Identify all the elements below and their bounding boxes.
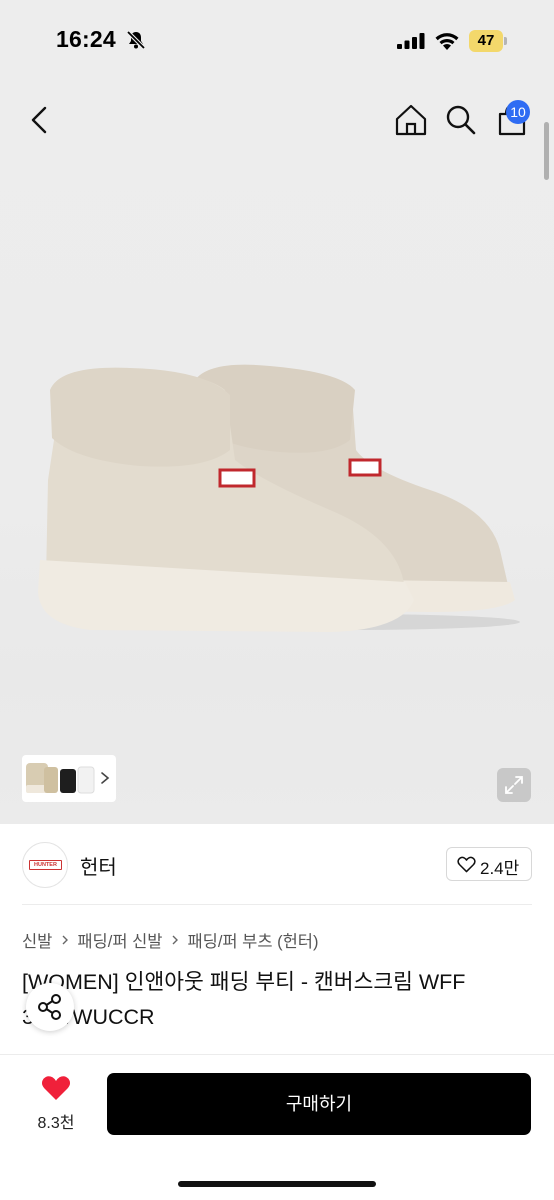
cellular-signal-icon [397, 33, 425, 49]
brand-logo[interactable]: HUNTER [22, 842, 68, 888]
product-title: [WOMEN] 인앤아웃 패딩 부티 - 캔버스크림 WFF 3...WWUCC… [22, 965, 532, 1035]
back-button[interactable] [20, 100, 60, 140]
wish-count: 8.3천 [37, 1115, 75, 1132]
bell-slash-icon [126, 30, 146, 50]
wifi-icon [435, 33, 459, 50]
status-time: 16:24 [56, 26, 116, 52]
scroll-indicator [544, 122, 549, 180]
buy-button[interactable]: 구매하기 [107, 1073, 531, 1135]
product-photo-boots [38, 364, 520, 632]
heart-filled-icon[interactable] [41, 1075, 71, 1101]
status-bar: 16:24 47 [0, 0, 554, 84]
heart-outline-icon [457, 856, 476, 873]
breadcrumb-item[interactable]: 패딩/퍼 부츠 (헌터) [187, 928, 318, 952]
cart-count-badge: 10 [506, 100, 530, 124]
product-title-line2: 3...WWUCCR [22, 1005, 155, 1029]
battery-icon: 47 [469, 30, 507, 52]
breadcrumb-item[interactable]: 패딩/퍼 신발 [77, 928, 162, 952]
breadcrumb: 신발 패딩/퍼 신발 패딩/퍼 부츠 (헌터) [22, 929, 318, 951]
chevron-right-icon [172, 935, 179, 945]
home-button[interactable] [391, 100, 431, 140]
product-title-line1: [WOMEN] 인앤아웃 패딩 부티 - 캔버스크림 WFF [22, 970, 466, 994]
brand-like-button[interactable]: 2.4만 [446, 847, 532, 881]
brand-name[interactable]: 헌터 [80, 851, 117, 880]
divider [22, 904, 532, 905]
chevron-right-icon [62, 935, 69, 945]
home-indicator [178, 1181, 376, 1187]
search-button[interactable] [441, 100, 481, 140]
brand-like-count: 2.4만 [480, 859, 520, 878]
chevron-right-icon[interactable] [98, 768, 112, 788]
share-icon [38, 994, 61, 1020]
expand-icon [505, 776, 523, 794]
brand-logo-text: HUNTER [29, 860, 62, 870]
expand-image-button[interactable] [497, 768, 531, 802]
battery-level: 47 [477, 32, 495, 49]
breadcrumb-item[interactable]: 신발 [22, 928, 52, 952]
share-button[interactable] [26, 983, 74, 1031]
